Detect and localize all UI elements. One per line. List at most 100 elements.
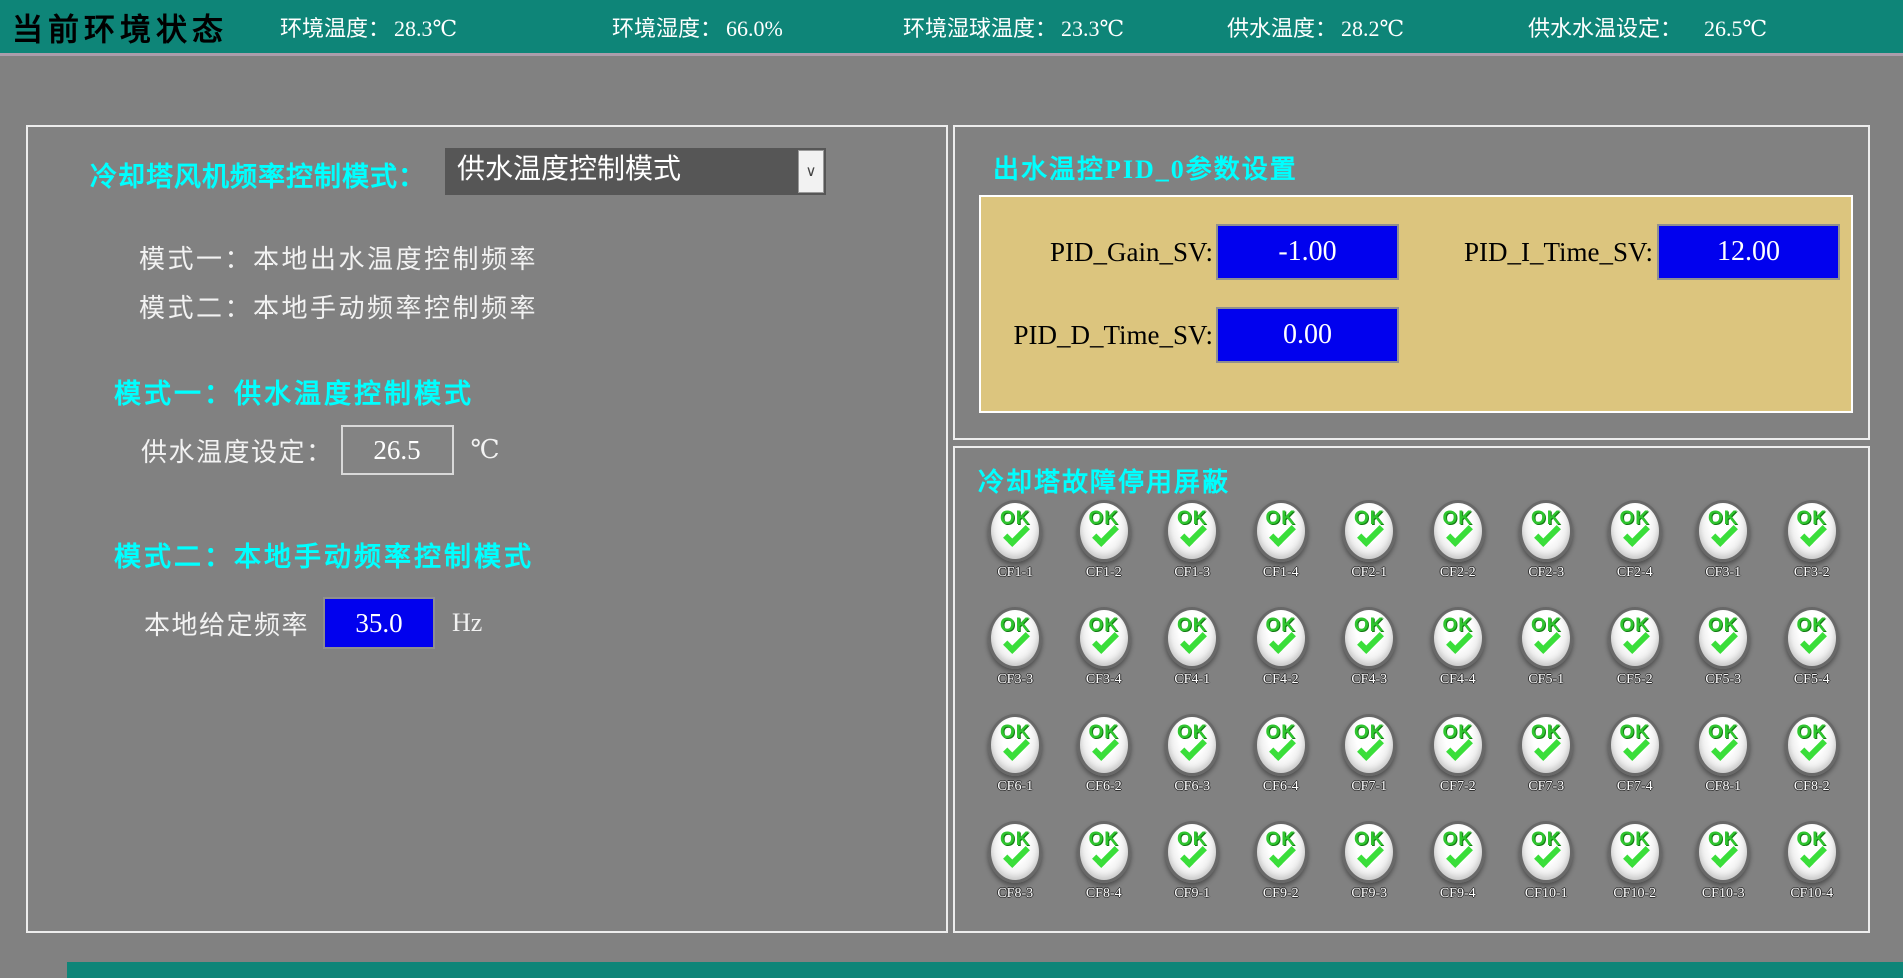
pid-gain-input[interactable]: -1.00 — [1216, 224, 1399, 280]
hz-unit: Hz — [452, 608, 482, 638]
fault-mask-ok-button[interactable]: OK — [1696, 500, 1750, 562]
fault-mask-ok-button[interactable]: OK — [988, 821, 1042, 883]
fault-mask-ok-button[interactable]: OK — [1077, 500, 1131, 562]
fault-mask-ok-button[interactable]: OK — [1254, 607, 1308, 669]
fan-label: CF1-1 — [997, 565, 1033, 581]
fault-mask-ok-button[interactable]: OK — [1431, 500, 1485, 562]
fault-mask-ok-button[interactable]: OK — [1254, 714, 1308, 776]
fan-label: CF5-4 — [1794, 672, 1830, 688]
fault-mask-ok-button[interactable]: OK — [988, 500, 1042, 562]
fault-mask-ok-button[interactable]: OK — [1431, 607, 1485, 669]
fault-mask-ok-button[interactable]: OK — [1165, 714, 1219, 776]
fault-mask-cell: OK CF4-4 — [1414, 607, 1503, 714]
fan-label: CF9-4 — [1440, 886, 1476, 902]
celsius-unit: ℃ — [471, 435, 500, 465]
supply-temp-setpoint-input[interactable]: 26.5 — [341, 425, 454, 475]
fan-label: CF3-3 — [997, 672, 1033, 688]
fan-label: CF5-3 — [1705, 672, 1741, 688]
supply-temp-setpoint-row: 供水温度设定： 26.5 ℃ — [141, 425, 500, 475]
mode2-heading: 模式二：本地手动频率控制模式 — [114, 535, 534, 574]
fault-mask-ok-button[interactable]: OK — [1785, 714, 1839, 776]
fault-mask-ok-button[interactable]: OK — [1254, 500, 1308, 562]
fault-mask-ok-button[interactable]: OK — [1342, 607, 1396, 669]
mode2-description: 模式二：本地手动频率控制频率 — [139, 288, 538, 325]
fault-mask-cell: OK CF2-3 — [1502, 500, 1591, 607]
fault-mask-cell: OK CF7-3 — [1502, 714, 1591, 821]
fault-mask-ok-button[interactable]: OK — [1608, 607, 1662, 669]
fault-mask-ok-button[interactable]: OK — [1342, 821, 1396, 883]
fan-label: CF8-2 — [1794, 779, 1830, 795]
mode-select-label: 冷却塔风机频率控制模式： — [90, 155, 426, 194]
fault-mask-ok-button[interactable]: OK — [1431, 714, 1485, 776]
fault-mask-ok-button[interactable]: OK — [1785, 500, 1839, 562]
fault-mask-ok-button[interactable]: OK — [1165, 607, 1219, 669]
fan-label: CF3-4 — [1086, 672, 1122, 688]
fault-mask-ok-button[interactable]: OK — [1608, 821, 1662, 883]
pid-itime-input[interactable]: 12.00 — [1657, 224, 1840, 280]
fault-mask-ok-button[interactable]: OK — [1519, 500, 1573, 562]
chevron-down-icon[interactable]: ∨ — [798, 150, 824, 193]
fault-mask-ok-button[interactable]: OK — [1077, 714, 1131, 776]
fan-label: CF1-3 — [1174, 565, 1210, 581]
fault-mask-cell: OK CF5-2 — [1591, 607, 1680, 714]
fan-label: CF2-2 — [1440, 565, 1476, 581]
metric-label: 环境温度： — [280, 16, 390, 41]
local-frequency-input[interactable]: 35.0 — [323, 597, 435, 649]
fault-mask-cell: OK CF4-1 — [1148, 607, 1237, 714]
supply-temp-setpoint-label: 供水温度设定： — [141, 432, 334, 469]
fault-mask-cell: OK CF1-4 — [1237, 500, 1326, 607]
fault-mask-cell: OK CF10-2 — [1591, 821, 1680, 928]
fault-mask-cell: OK CF1-3 — [1148, 500, 1237, 607]
metric-value: 28.2℃ — [1341, 16, 1404, 41]
fault-mask-ok-button[interactable]: OK — [1077, 821, 1131, 883]
metric-value: 26.5℃ — [1704, 16, 1767, 41]
fault-mask-ok-button[interactable]: OK — [988, 714, 1042, 776]
fan-label: CF7-1 — [1351, 779, 1387, 795]
fault-mask-grid: OK CF1-1 OK CF1-2 OK CF1-3 OK CF1-4 — [971, 500, 1856, 928]
fault-mask-ok-button[interactable]: OK — [1608, 714, 1662, 776]
fault-mask-cell: OK CF6-1 — [971, 714, 1060, 821]
fault-mask-ok-button[interactable]: OK — [1165, 500, 1219, 562]
fault-mask-cell: OK CF8-4 — [1060, 821, 1149, 928]
fan-label: CF9-1 — [1174, 886, 1210, 902]
fan-label: CF6-2 — [1086, 779, 1122, 795]
fan-label: CF4-2 — [1263, 672, 1299, 688]
fan-label: CF9-2 — [1263, 886, 1299, 902]
control-mode-dropdown[interactable]: 供水温度控制模式 ∨ — [445, 148, 826, 195]
fault-mask-ok-button[interactable]: OK — [1077, 607, 1131, 669]
fault-mask-cell: OK CF3-1 — [1679, 500, 1768, 607]
fault-mask-ok-button[interactable]: OK — [988, 607, 1042, 669]
fault-mask-ok-button[interactable]: OK — [1519, 821, 1573, 883]
fan-label: CF10-1 — [1525, 886, 1568, 902]
fault-mask-cell: OK CF2-4 — [1591, 500, 1680, 607]
fault-mask-ok-button[interactable]: OK — [1785, 821, 1839, 883]
pid-dtime-label: PID_D_Time_SV: — [981, 307, 1213, 363]
fan-label: CF9-3 — [1351, 886, 1387, 902]
fault-mask-ok-button[interactable]: OK — [1608, 500, 1662, 562]
fan-label: CF6-3 — [1174, 779, 1210, 795]
fault-mask-cell: OK CF2-1 — [1325, 500, 1414, 607]
fault-mask-ok-button[interactable]: OK — [1431, 821, 1485, 883]
fan-label: CF2-3 — [1528, 565, 1564, 581]
fan-label: CF6-1 — [997, 779, 1033, 795]
fan-label: CF4-3 — [1351, 672, 1387, 688]
pid-parameter-box: PID_Gain_SV: -1.00 PID_I_Time_SV: 12.00 … — [979, 195, 1853, 413]
fault-mask-ok-button[interactable]: OK — [1342, 500, 1396, 562]
metric-label: 供水温度： — [1227, 16, 1337, 41]
fault-mask-ok-button[interactable]: OK — [1696, 607, 1750, 669]
fault-mask-cell: OK CF10-4 — [1768, 821, 1857, 928]
fault-mask-ok-button[interactable]: OK — [1519, 714, 1573, 776]
fault-mask-cell: OK CF10-1 — [1502, 821, 1591, 928]
fault-mask-ok-button[interactable]: OK — [1519, 607, 1573, 669]
pid-dtime-input[interactable]: 0.00 — [1216, 307, 1399, 363]
fault-mask-ok-button[interactable]: OK — [1254, 821, 1308, 883]
pid-itime-label: PID_I_Time_SV: — [1401, 224, 1653, 280]
fault-mask-cell: OK CF5-1 — [1502, 607, 1591, 714]
fault-mask-ok-button[interactable]: OK — [1342, 714, 1396, 776]
fault-mask-ok-button[interactable]: OK — [1165, 821, 1219, 883]
top-status-bar: 当前环境状态 环境温度：28.3℃ 环境湿度：66.0% 环境湿球温度：23.3… — [0, 0, 1903, 56]
fault-mask-ok-button[interactable]: OK — [1785, 607, 1839, 669]
fault-mask-ok-button[interactable]: OK — [1696, 714, 1750, 776]
fault-mask-ok-button[interactable]: OK — [1696, 821, 1750, 883]
fault-mask-cell: OK CF10-3 — [1679, 821, 1768, 928]
